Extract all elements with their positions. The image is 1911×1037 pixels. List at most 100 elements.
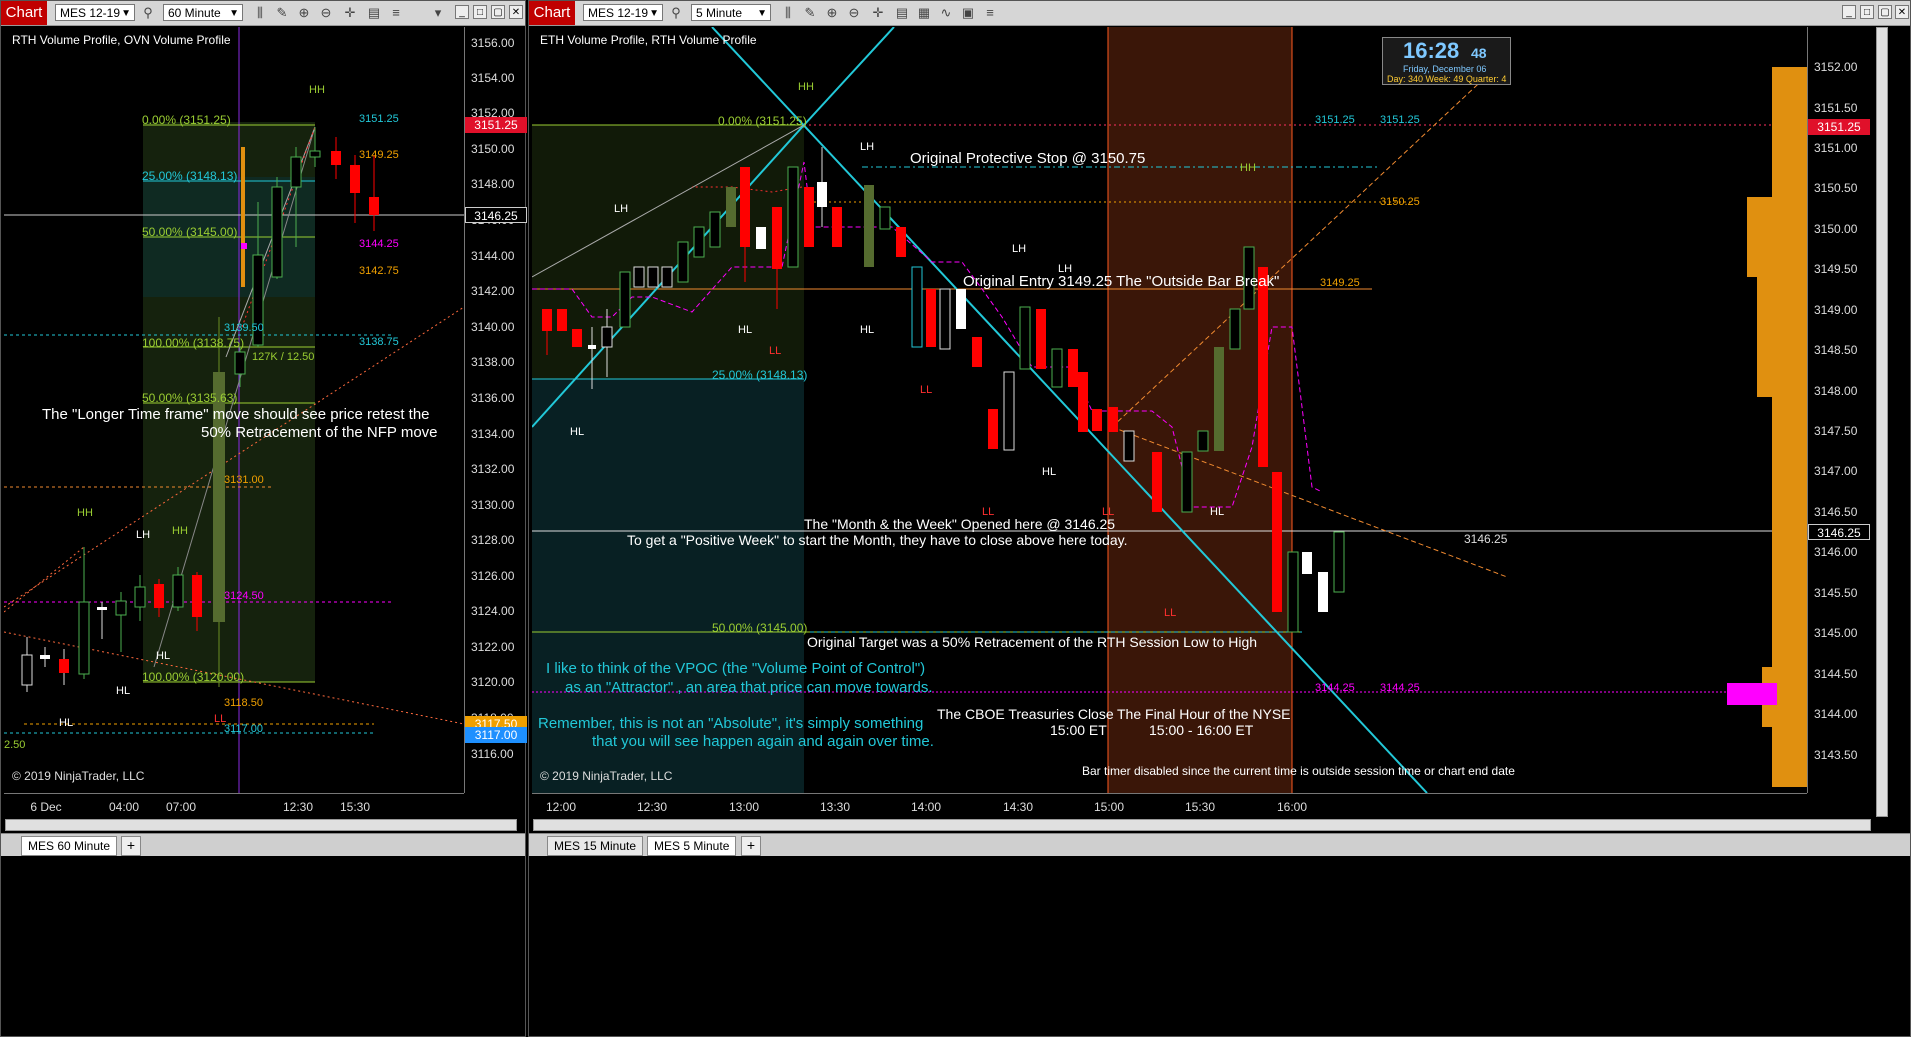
overflow-icon[interactable]: ≡	[387, 4, 405, 22]
copyright: © 2019 NinjaTrader, LLC	[540, 769, 673, 783]
properties-icon[interactable]: ▤	[365, 4, 383, 22]
clock-week: Day: 340 Week: 49 Quarter: 4	[1387, 74, 1507, 84]
add-tab-button[interactable]: +	[741, 836, 761, 856]
x-tick: 12:00	[545, 800, 577, 814]
draw-tool-icon[interactable]: ✎	[801, 4, 819, 22]
y-tick: 3138.00	[471, 355, 515, 369]
stop-note: Original Protective Stop @ 3150.75	[910, 150, 1146, 167]
level-label: 3118.50	[224, 697, 263, 709]
cboe-note-2: 15:00 ET	[1050, 722, 1107, 738]
minimize-button[interactable]: _	[455, 5, 469, 19]
y-tick: 3144.50	[1814, 667, 1858, 681]
draw-tool-icon[interactable]: ✎	[273, 4, 291, 22]
instrument-selector[interactable]: MES 12-19 ▼	[55, 4, 135, 21]
bar-type-icon[interactable]: ⫼	[251, 4, 269, 22]
swing-label: HL	[738, 324, 753, 336]
y-tick: 3116.00	[471, 747, 514, 761]
y-tick: 3145.50	[1814, 586, 1858, 600]
clock-seconds: 48	[1471, 45, 1487, 61]
restore-button[interactable]: □	[1860, 5, 1874, 19]
annotation-line-1: The "Longer Time frame" move should see …	[42, 406, 430, 423]
horizontal-scrollbar[interactable]	[5, 819, 517, 831]
restore-button[interactable]: □	[473, 5, 487, 19]
positive-week-note: To get a "Positive Week" to start the Mo…	[627, 532, 1128, 548]
left-time-axis[interactable]: 6 Dec 04:00 07:00 12:30 15:30	[4, 793, 464, 820]
maximize-button[interactable]: ▢	[1878, 5, 1892, 19]
level-label: 3142.75	[359, 265, 399, 277]
chevron-down-icon: ▼	[229, 8, 239, 19]
x-tick: 12:30	[636, 800, 668, 814]
zoom-out-icon[interactable]: ⊖	[845, 4, 863, 22]
close-button[interactable]: ✕	[509, 5, 523, 19]
left-chart-window: Chart MES 12-19 ▼ ⚲ 60 Minute ▼ ⫼ ✎ ⊕ ⊖ ✛ …	[0, 0, 527, 1037]
crosshair-icon[interactable]: ✛	[341, 4, 359, 22]
maximize-button[interactable]: ▢	[491, 5, 505, 19]
swing-label: LL	[214, 713, 227, 725]
interval-selector[interactable]: 60 Minute ▼	[163, 4, 243, 21]
interval-selector[interactable]: 5 Minute ▼	[691, 4, 771, 21]
horizontal-scrollbar[interactable]	[533, 819, 1871, 831]
x-tick: 15:30	[1184, 800, 1216, 814]
chart-menu-button[interactable]: Chart	[1, 1, 47, 25]
vpoc-note-1: I like to think of the VPOC (the "Volume…	[546, 660, 926, 677]
tab-mes-5[interactable]: MES 5 Minute	[647, 836, 737, 856]
tab-mes-60[interactable]: MES 60 Minute	[21, 836, 118, 856]
volume-profile	[1727, 67, 1807, 787]
interval-value: 5 Minute	[696, 6, 743, 20]
fib-label: 25.00% (3148.13)	[142, 169, 238, 183]
instrument-selector[interactable]: MES 12-19 ▼	[583, 4, 663, 21]
volume-label: 127K / 12.50	[252, 351, 315, 363]
zoom-out-icon[interactable]: ⊖	[317, 4, 335, 22]
templates-icon[interactable]: ▦	[915, 4, 933, 22]
y-tick: 3142.00	[471, 284, 515, 298]
y-tick: 3128.00	[471, 533, 515, 547]
left-plot-area[interactable]: RTH Volume Profile, OVN Volume Profile 0…	[4, 27, 464, 793]
swing-label: HL	[1042, 466, 1057, 478]
fib-label: 25.00% (3148.13)	[712, 368, 808, 382]
right-toolbar: Chart MES 12-19 ▼ ⚲ 5 Minute ▼ ⫼ ✎ ⊕ ⊖ ✛ ▤…	[529, 1, 1910, 26]
x-tick: 15:00	[1093, 800, 1125, 814]
y-tick: 3150.50	[1814, 181, 1858, 195]
y-tick: 3146.00	[1814, 545, 1858, 559]
right-time-axis[interactable]: 12:00 12:30 13:00 13:30 14:00 14:30 15:0…	[532, 793, 1807, 820]
fib-label: 100.00% (3120.00)	[142, 670, 245, 684]
dropdown-icon[interactable]: ▾	[429, 4, 447, 22]
overflow-icon[interactable]: ≡	[981, 4, 999, 22]
indicators-icon[interactable]: ∿	[937, 4, 955, 22]
tab-mes-15[interactable]: MES 15 Minute	[547, 836, 644, 856]
session-clock: 16:28 48 Friday, December 06 Day: 340 We…	[1382, 37, 1511, 85]
fib-label: 50.00% (3145.00)	[142, 225, 238, 239]
y-tick: 3151.50	[1814, 101, 1858, 115]
bar-type-icon[interactable]: ⫼	[779, 4, 797, 22]
right-plot-area[interactable]: ETH Volume Profile, RTH Volume Profile 0…	[532, 27, 1807, 793]
add-tab-button[interactable]: +	[121, 836, 141, 856]
strategies-icon[interactable]: ▣	[959, 4, 977, 22]
right-price-axis[interactable]: 3152.00 3151.50 3151.00 3150.50 3150.00 …	[1807, 27, 1872, 793]
x-tick: 07:00	[165, 800, 197, 814]
y-tick: 3136.00	[471, 391, 515, 405]
zoom-in-icon[interactable]: ⊕	[823, 4, 841, 22]
zoom-in-icon[interactable]: ⊕	[295, 4, 313, 22]
minimize-button[interactable]: _	[1842, 5, 1856, 19]
chart-menu-button[interactable]: Chart	[529, 1, 575, 25]
vertical-scrollbar[interactable]	[1876, 27, 1888, 817]
y-tick: 3122.00	[471, 640, 515, 654]
indicator-label: RTH Volume Profile, OVN Volume Profile	[12, 33, 231, 47]
crosshair-icon[interactable]: ✛	[869, 4, 887, 22]
level-label: 3124.50	[224, 590, 264, 602]
close-button[interactable]: ✕	[1895, 5, 1909, 19]
interval-value: 60 Minute	[168, 6, 221, 20]
properties-icon[interactable]: ▤	[893, 4, 911, 22]
left-tab-bar: MES 60 Minute +	[1, 833, 525, 856]
last-price-tag: 3151.25	[1808, 119, 1870, 135]
left-price-axis[interactable]: 3156.00 3154.00 3152.00 3150.00 3148.00 …	[464, 27, 527, 793]
search-icon[interactable]: ⚲	[667, 4, 685, 22]
y-tick: 3130.00	[471, 498, 515, 512]
fib-label: 50.00% (3145.00)	[712, 621, 808, 635]
level-label: 3150.25	[1380, 196, 1420, 208]
search-icon[interactable]: ⚲	[139, 4, 157, 22]
y-tick: 3132.00	[471, 462, 515, 476]
level-label: 3139.50	[224, 322, 264, 334]
level-label: 3144.25	[1315, 682, 1355, 694]
cyan-trend-up-ext	[803, 27, 895, 126]
